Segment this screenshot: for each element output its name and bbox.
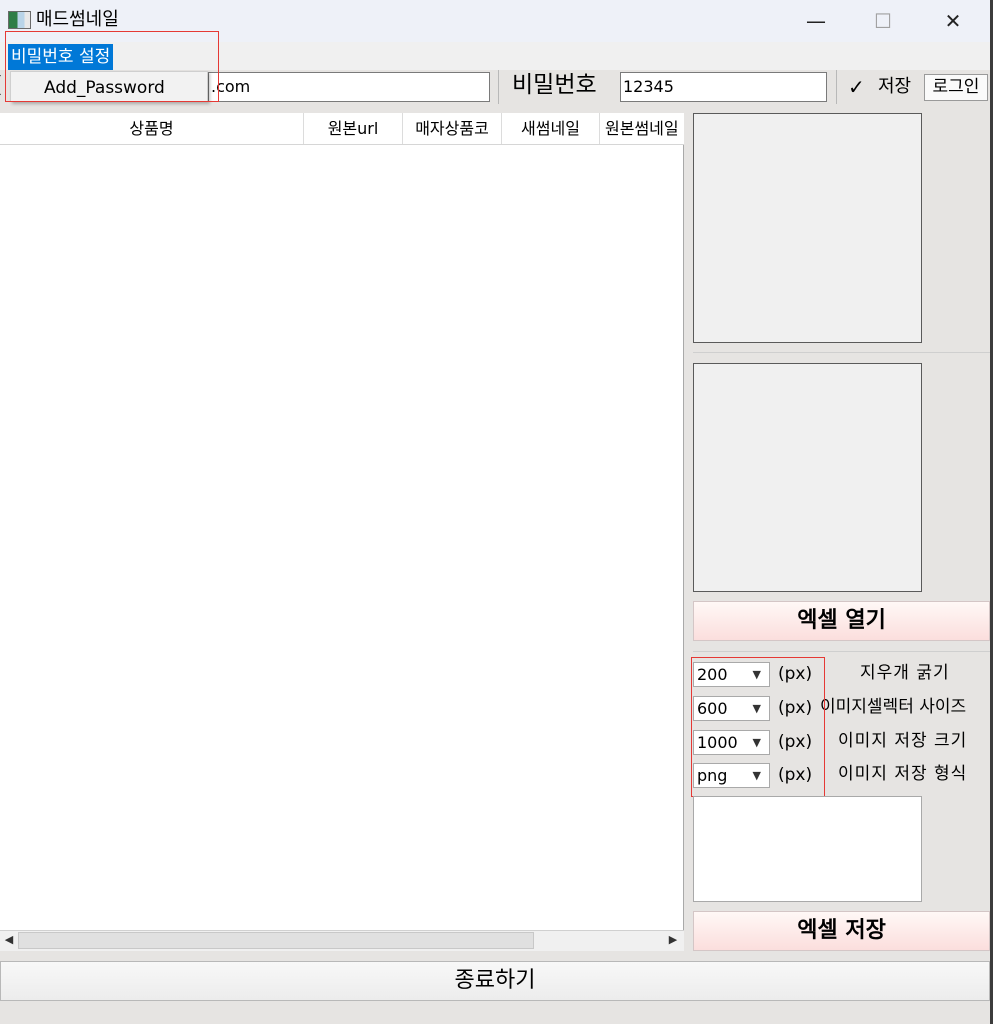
column-header-original-thumbnail[interactable]: 원본썸네일 [600,113,684,144]
close-button[interactable]: ✕ [921,0,985,42]
column-header-new-thumbnail[interactable]: 새썸네일 [502,113,600,144]
new-image-preview [693,363,922,592]
minimize-button[interactable]: — [784,0,848,42]
annotation-highlight-box [5,31,219,102]
maximize-icon: ☐ [874,9,892,33]
status-bar [0,1001,990,1024]
scrollbar-thumb[interactable] [18,932,534,949]
toolbar-separator [498,70,499,104]
open-excel-button[interactable]: 엑셀 열기 [693,601,990,641]
password-label: 비밀번호 [512,72,597,98]
save-checkbox[interactable]: ✓ [848,76,868,98]
save-label: 저장 [878,76,912,97]
minimize-icon: — [806,9,826,33]
image-save-size-label: 이미지 저장 크기 [838,731,968,751]
close-icon: ✕ [944,9,962,33]
annotation-highlight-box [691,657,825,797]
save-excel-button[interactable]: 엑셀 저장 [693,911,990,951]
scroll-right-arrow-icon[interactable]: ▶ [666,933,680,947]
eraser-thickness-label: 지우개 굵기 [860,663,950,683]
maximize-button[interactable]: ☐ [851,0,915,42]
panel-separator [693,352,990,353]
app-icon [8,11,31,29]
login-button[interactable]: 로그인 [924,74,988,101]
column-header-product-name[interactable]: 상품명 [0,113,304,144]
scroll-left-arrow-icon[interactable]: ◀ [2,933,16,947]
log-textbox[interactable] [693,796,922,902]
column-header-source-url[interactable]: 원본url [304,113,403,144]
table-header: 상품명 원본url 매자상품코 새썸네일 원본썸네일 [0,113,684,145]
column-header-product-code[interactable]: 매자상품코 [403,113,502,144]
window-title: 매드썸네일 [36,9,119,30]
exit-button[interactable]: 종료하기 [0,961,990,1001]
password-input[interactable]: 12345 [620,72,827,102]
id-label-fragment: ( [0,73,3,99]
image-save-format-label: 이미지 저장 형식 [838,764,968,784]
panel-separator [693,651,990,652]
id-input[interactable]: .com [208,72,490,102]
image-selector-size-label: 이미지셀렉터 사이즈 [820,697,967,717]
toolbar-separator [836,70,837,104]
original-image-preview [693,113,922,343]
product-table[interactable] [0,113,684,951]
